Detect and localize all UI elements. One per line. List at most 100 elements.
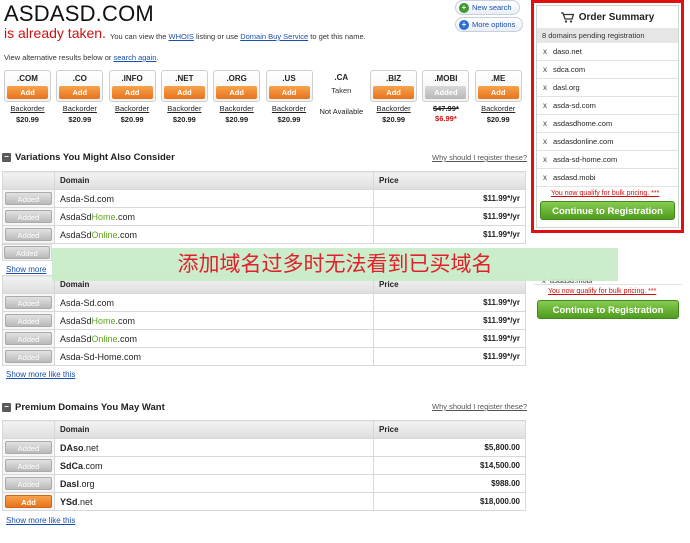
show-more-like-link[interactable]: Show more like this <box>6 370 75 379</box>
add-button[interactable]: Add <box>477 86 519 99</box>
add-button[interactable]: Add <box>59 86 101 99</box>
added-button[interactable]: Added <box>4 246 50 259</box>
remove-icon[interactable]: x <box>543 47 547 56</box>
added-button[interactable]: Added <box>5 228 52 241</box>
tld-price: $20.99 <box>382 115 406 124</box>
more-options-button[interactable]: + More options <box>455 17 524 32</box>
domain-name: Asda-Sd.com <box>54 293 374 312</box>
order-item: x asda-sd.com <box>537 97 678 115</box>
tld-name: .NET <box>175 74 194 83</box>
continue-to-registration-button[interactable]: Continue to Registration <box>540 201 675 220</box>
cart-icon <box>560 11 574 23</box>
new-search-button[interactable]: + New search <box>455 0 520 15</box>
domain-price: $11.99*/yr <box>373 347 526 366</box>
tld-box: .INFO Add <box>108 70 156 102</box>
tld-name: .ORG <box>226 74 247 83</box>
order-item-domain: asdasd.mobi <box>553 173 596 182</box>
backorder-link[interactable]: Backorder <box>475 104 522 113</box>
searched-domain-title: ASDASD.COM <box>4 1 154 26</box>
tld-option: .MOBI Added $47.99* $6.99* <box>422 70 470 127</box>
view-alternatives-text: View alternative results below or search… <box>4 53 159 62</box>
remove-icon[interactable]: x <box>543 119 547 128</box>
tld-name: .BIZ <box>386 74 402 83</box>
search-again-link[interactable]: search again <box>114 53 157 62</box>
remove-icon[interactable]: x <box>543 101 547 110</box>
order-summary-duplicate: x asdasd.mobi You now qualify for bulk p… <box>534 276 682 334</box>
tld-box: .CA Taken <box>318 73 365 105</box>
add-button[interactable]: Add <box>216 86 258 99</box>
variations-table-top: Domain Price Added Asda-Sd.com $11.99*/yr Ad… <box>2 171 526 244</box>
tld-name: .CA <box>334 73 349 82</box>
order-item: x daso.net <box>537 43 678 61</box>
backorder-link[interactable]: Backorder <box>109 104 156 113</box>
added-button[interactable]: Added <box>5 192 52 205</box>
order-item-domain: asdasdonline.com <box>553 137 614 146</box>
col-domain: Domain <box>54 420 374 439</box>
order-item: x sdca.com <box>537 61 678 79</box>
collapse-icon[interactable]: − <box>2 152 11 162</box>
premium-header[interactable]: − Premium Domains You May Want <box>2 400 165 414</box>
tld-box: .ORG Add <box>213 70 261 102</box>
added-button[interactable]: Added <box>5 296 52 309</box>
pending-count: 8 domains pending registration <box>537 28 678 43</box>
added-button[interactable]: Added <box>5 314 52 327</box>
remove-icon[interactable]: x <box>543 173 547 182</box>
order-summary-title: Order Summary <box>537 6 678 28</box>
added-button[interactable]: Added <box>5 459 52 472</box>
tld-price: $20.99 <box>225 115 249 124</box>
order-item-list: x daso.net x sdca.com x dasl.org x asda-sd.com x… <box>537 43 678 187</box>
add-button[interactable]: Add <box>163 86 205 99</box>
backorder-link[interactable]: Backorder <box>56 104 103 113</box>
add-button[interactable]: Add <box>268 86 310 99</box>
order-item: x dasl.org <box>537 79 678 97</box>
add-button[interactable]: Add <box>5 495 52 508</box>
domain-buy-service-link[interactable]: Domain Buy Service <box>240 32 308 41</box>
table-row: Added Dasl.org $988.00 <box>2 474 526 493</box>
whois-link[interactable]: WHOIS <box>169 32 194 41</box>
added-button[interactable]: Added <box>5 441 52 454</box>
added-button[interactable]: Added <box>5 210 52 223</box>
remove-icon[interactable]: x <box>543 137 547 146</box>
backorder-link[interactable]: Backorder <box>161 104 208 113</box>
added-button[interactable]: Added <box>5 332 52 345</box>
tld-name: .MOBI <box>434 74 458 83</box>
domain-price: $11.99*/yr <box>373 189 526 208</box>
order-item: x asdasd.mobi <box>537 169 678 187</box>
add-button[interactable]: Add <box>373 86 415 99</box>
collapse-icon[interactable]: − <box>2 402 11 412</box>
remove-icon[interactable]: x <box>543 155 547 164</box>
backorder-link[interactable]: Backorder <box>213 104 260 113</box>
show-more-link[interactable]: Show more <box>6 265 46 274</box>
continue-to-registration-button[interactable]: Continue to Registration <box>537 300 679 319</box>
variations-header[interactable]: − Variations You Might Also Consider <box>2 150 175 164</box>
tld-box: .COM Add <box>4 70 51 102</box>
bulk-pricing-link[interactable]: You now qualify for bulk pricing. *** <box>534 285 682 295</box>
taken-description: You can view the WHOIS listing or use Do… <box>110 32 366 41</box>
domain-price: $11.99*/yr <box>373 329 526 348</box>
remove-icon[interactable]: x <box>543 83 547 92</box>
backorder-link[interactable]: Backorder <box>4 104 51 113</box>
domain-price: $988.00 <box>373 474 526 493</box>
tld-box: .ME Add <box>474 70 522 102</box>
backorder-link[interactable]: Backorder <box>266 104 313 113</box>
tld-option: .COM Add Backorder $20.99 <box>4 70 51 127</box>
backorder-link[interactable]: Backorder <box>370 104 417 113</box>
why-register-link[interactable]: Why should I register these? <box>432 402 527 411</box>
variations-table-bottom: Domain Price Added Asda-Sd.com $11.99*/yr Ad… <box>2 275 526 366</box>
domain-name: Asda-Sd-Home.com <box>54 347 374 366</box>
domain-price: $14,500.00 <box>373 456 526 475</box>
table-row: Added AsdaSdHome.com $11.99*/yr <box>2 207 526 226</box>
add-button[interactable]: Add <box>111 86 153 99</box>
add-button[interactable]: Add <box>7 86 48 99</box>
added-button[interactable]: Added <box>425 86 467 99</box>
added-button[interactable]: Added <box>5 350 52 363</box>
bulk-pricing-link[interactable]: You now qualify for bulk pricing. *** <box>537 187 678 197</box>
domain-name: AsdaSdOnline.com <box>54 225 374 244</box>
tld-option: .ME Add Backorder $20.99 <box>474 70 522 127</box>
why-register-link[interactable]: Why should I register these? <box>432 153 527 162</box>
remove-icon[interactable]: x <box>543 65 547 74</box>
col-price: Price <box>373 171 526 190</box>
show-more-like-link[interactable]: Show more like this <box>6 516 75 525</box>
domain-name: Asda-Sd.com <box>54 189 374 208</box>
added-button[interactable]: Added <box>5 477 52 490</box>
